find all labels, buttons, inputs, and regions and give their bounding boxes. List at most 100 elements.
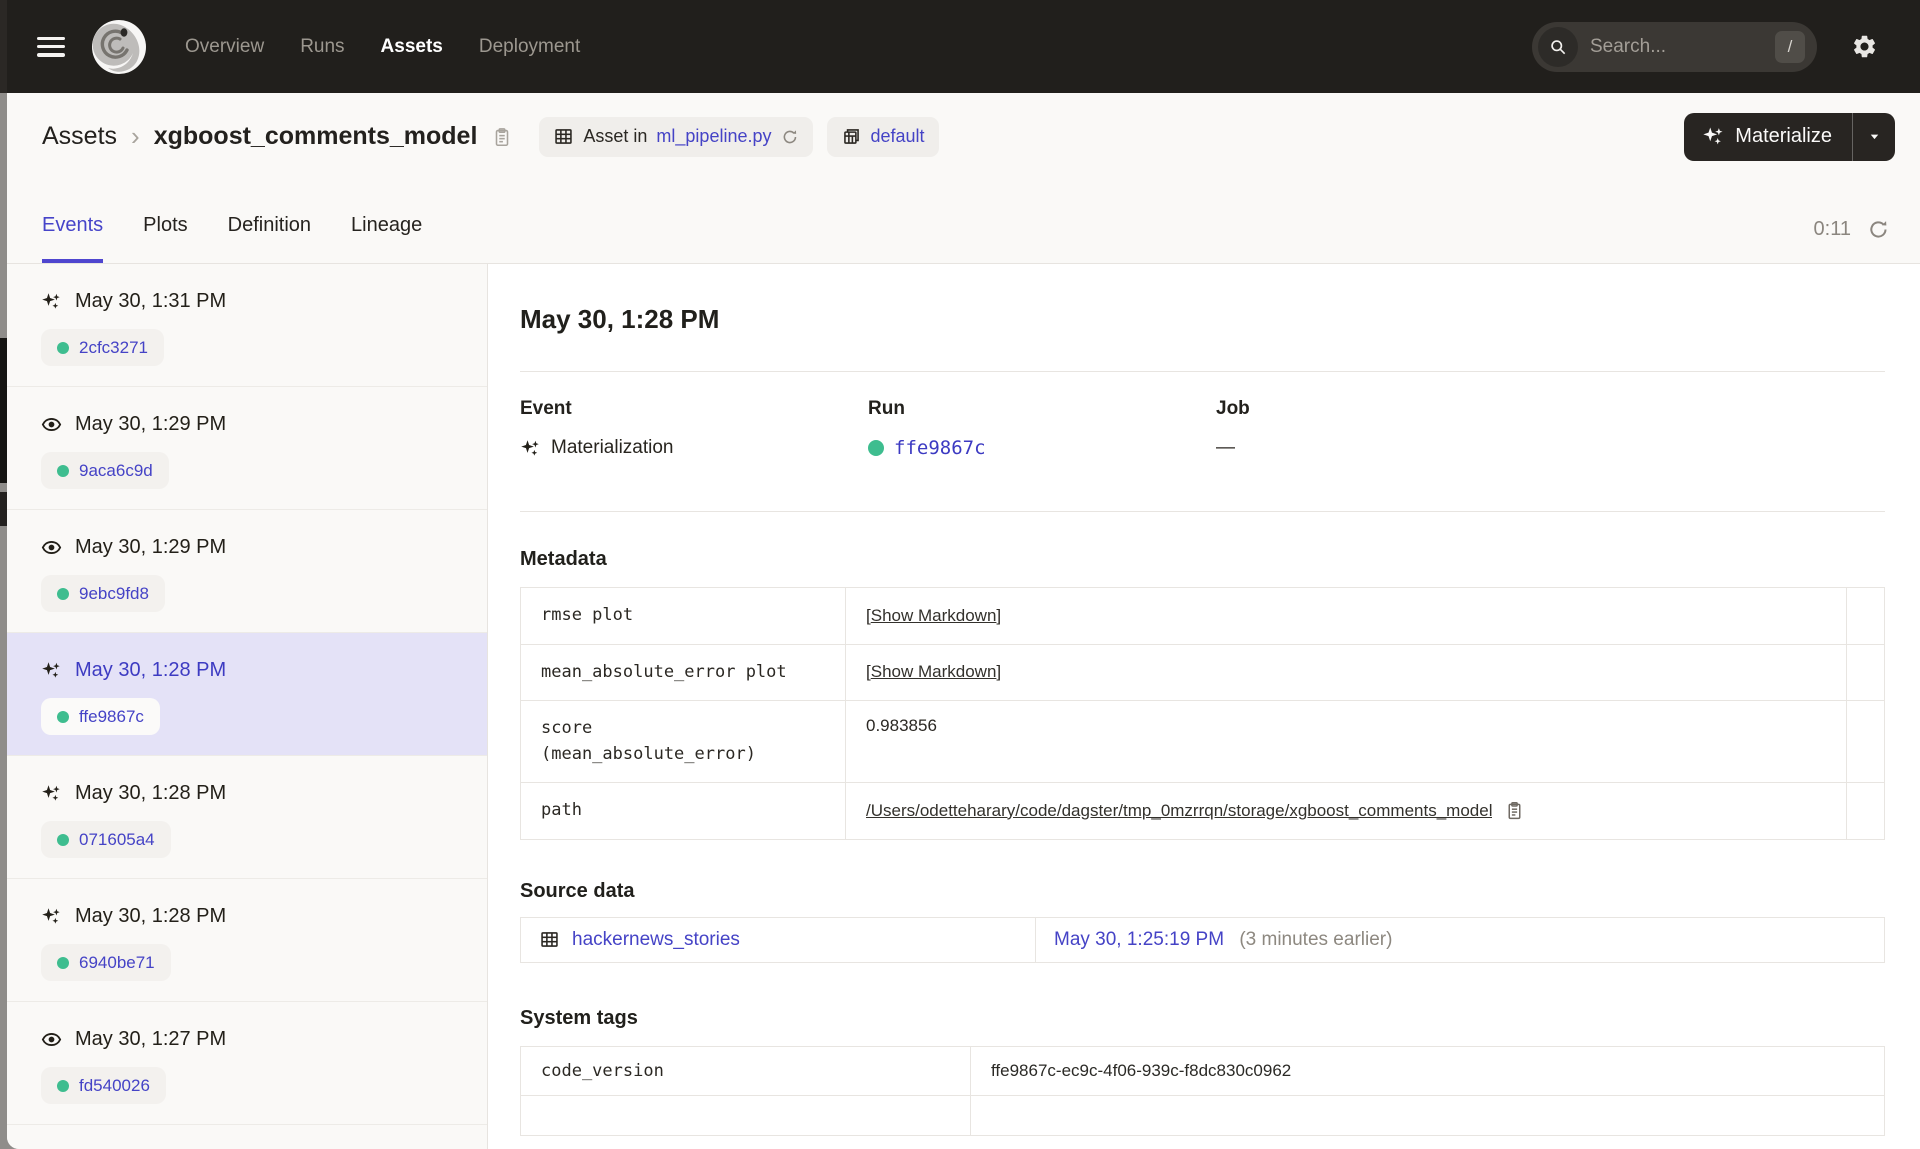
nav-item-overview[interactable]: Overview — [185, 36, 264, 58]
source-asset-link[interactable]: hackernews_stories — [539, 929, 1017, 951]
materialize-label: Materialize — [1735, 125, 1832, 147]
materialization-icon — [41, 660, 62, 681]
materialize-button[interactable]: Materialize — [1684, 113, 1852, 161]
event-timestamp: May 30, 1:29 PM — [75, 413, 227, 435]
metadata-key: rmse plot — [520, 587, 846, 645]
dagster-logo[interactable] — [91, 18, 147, 75]
table-row: code_version ffe9867c-ec9c-4f06-939c-f8d… — [520, 1045, 1885, 1096]
hamburger-menu-icon[interactable] — [37, 36, 65, 57]
chevron-down-icon — [1870, 134, 1878, 140]
materialize-split-button: Materialize — [1684, 112, 1895, 161]
nav-item-assets[interactable]: Assets — [381, 36, 443, 58]
run-id-link[interactable]: fd540026 — [79, 1076, 150, 1096]
run-id-link[interactable]: ffe9867c — [79, 707, 144, 727]
path-link[interactable]: /Users/odetteharary/code/dagster/tmp_0mz… — [866, 801, 1492, 821]
run-id-chip[interactable]: 9aca6c9d — [41, 452, 169, 489]
materialization-icon — [520, 438, 541, 459]
copy-asset-name-icon[interactable] — [491, 126, 513, 148]
run-status-dot — [57, 710, 69, 723]
search-placeholder: Search... — [1590, 35, 1667, 57]
event-list-item[interactable]: May 30, 1:29 PM 9ebc9fd8 — [7, 510, 487, 633]
table-row: hackernews_stories May 30, 1:25:19 PM (3… — [520, 916, 1885, 963]
materialize-sparkle-icon — [1702, 125, 1725, 148]
asset-tabs: Events Plots Definition Lineage 0:11 — [7, 180, 1920, 264]
event-timestamp: May 30, 1:28 PM — [75, 782, 227, 804]
copy-path-icon[interactable] — [1504, 800, 1525, 821]
event-type-value: Materialization — [551, 437, 674, 458]
refresh-icon[interactable] — [1867, 218, 1890, 241]
repo-icon — [841, 126, 862, 147]
asset-group-chip[interactable]: default — [826, 116, 939, 157]
divider — [520, 511, 1885, 512]
tab-definition[interactable]: Definition — [228, 214, 311, 263]
event-list-item-selected[interactable]: May 30, 1:28 PM ffe9867c — [7, 633, 487, 756]
search-icon — [1538, 26, 1578, 67]
run-id-chip[interactable]: fd540026 — [41, 1067, 166, 1104]
page-title: xgboost_comments_model — [153, 122, 478, 150]
breadcrumb-separator: › — [131, 121, 140, 151]
main-nav: Overview Runs Assets Deployment — [185, 36, 580, 58]
event-list-item[interactable]: May 30, 1:29 PM 9aca6c9d — [7, 387, 487, 510]
run-id-chip[interactable]: ffe9867c — [41, 698, 160, 735]
gear-icon[interactable] — [1851, 33, 1878, 60]
materialize-dropdown-button[interactable] — [1852, 112, 1895, 161]
search-shortcut-badge: / — [1775, 30, 1805, 63]
code-location-link[interactable]: ml_pipeline.py — [656, 126, 771, 147]
event-detail-title: May 30, 1:28 PM — [520, 304, 720, 334]
event-list-item[interactable]: May 30, 1:27 PM fd540026 — [7, 1002, 487, 1125]
top-navbar: Overview Runs Assets Deployment Search..… — [7, 0, 1920, 93]
asset-header: Assets › xgboost_comments_model Asset in… — [7, 93, 1920, 180]
run-id-link[interactable]: 9ebc9fd8 — [79, 584, 149, 604]
run-status-dot — [57, 587, 69, 600]
observation-icon — [41, 1029, 62, 1050]
tab-lineage[interactable]: Lineage — [351, 214, 422, 263]
show-markdown-link[interactable]: Show Markdown — [871, 606, 997, 625]
show-markdown-link[interactable]: Show Markdown — [871, 662, 997, 681]
asset-location-prefix: Asset in — [583, 126, 648, 146]
metadata-key: mean_absolute_error plot — [520, 643, 846, 701]
run-id-link[interactable]: 071605a4 — [79, 830, 155, 850]
run-id-link[interactable]: 6940be71 — [79, 953, 155, 973]
observation-icon — [41, 537, 62, 558]
dagster-app-window: Overview Runs Assets Deployment Search..… — [7, 0, 1920, 1149]
run-status-dot — [57, 833, 69, 846]
run-id-link[interactable]: ffe9867c — [894, 437, 986, 459]
search-input[interactable]: Search... / — [1532, 21, 1817, 72]
asset-group-link[interactable]: default — [871, 126, 925, 147]
table-row: score (mean_absolute_error) 0.983856 — [520, 700, 1885, 783]
event-list-item[interactable]: May 30, 1:31 PM 2cfc3271 — [7, 264, 487, 387]
run-id-chip[interactable]: 9ebc9fd8 — [41, 575, 165, 612]
breadcrumb-assets-link[interactable]: Assets — [42, 122, 117, 151]
asset-location-chip[interactable]: Asset in ml_pipeline.py — [539, 116, 813, 157]
tab-events[interactable]: Events — [42, 214, 104, 263]
tag-value: ffe9867c-ec9c-4f06-939c-f8dc830c0962 — [970, 1045, 1885, 1096]
event-timestamp: May 30, 1:27 PM — [75, 1028, 227, 1050]
reload-location-icon[interactable] — [781, 128, 799, 146]
metadata-key: path — [520, 782, 846, 840]
run-id-chip[interactable]: 6940be71 — [41, 944, 171, 981]
nav-item-deployment[interactable]: Deployment — [479, 36, 580, 58]
screen: Overview Runs Assets Deployment Search..… — [0, 0, 1920, 1149]
source-data-heading: Source data — [520, 879, 635, 902]
tab-plots[interactable]: Plots — [143, 214, 187, 263]
observation-icon — [41, 414, 62, 435]
source-timestamp-link[interactable]: May 30, 1:25:19 PM — [1054, 929, 1224, 950]
event-timestamp: May 30, 1:29 PM — [75, 536, 227, 558]
job-value: — — [1216, 437, 1235, 458]
event-list-item[interactable]: May 30, 1:28 PM 071605a4 — [7, 756, 487, 879]
tag-key: code_version — [520, 1045, 971, 1096]
event-list-item[interactable]: May 30, 1:28 PM 6940be71 — [7, 879, 487, 1002]
run-id-link[interactable]: 9aca6c9d — [79, 461, 153, 481]
table-row: mean_absolute_error plot [Show Markdown] — [520, 643, 1885, 701]
run-status-dot — [57, 464, 69, 477]
source-data-table: hackernews_stories May 30, 1:25:19 PM (3… — [520, 916, 1885, 963]
refresh-countdown: 0:11 — [1813, 218, 1851, 240]
run-id-chip[interactable]: 071605a4 — [41, 821, 171, 858]
nav-item-runs[interactable]: Runs — [300, 36, 344, 58]
run-id-chip[interactable]: 2cfc3271 — [41, 329, 164, 366]
event-summary: Event Materialization Run ffe9867c Job — — [520, 398, 1885, 459]
run-id-link[interactable]: 2cfc3271 — [79, 338, 148, 358]
materialization-icon — [41, 783, 62, 804]
run-column-label: Run — [868, 398, 905, 419]
metadata-key: score (mean_absolute_error) — [520, 700, 846, 783]
